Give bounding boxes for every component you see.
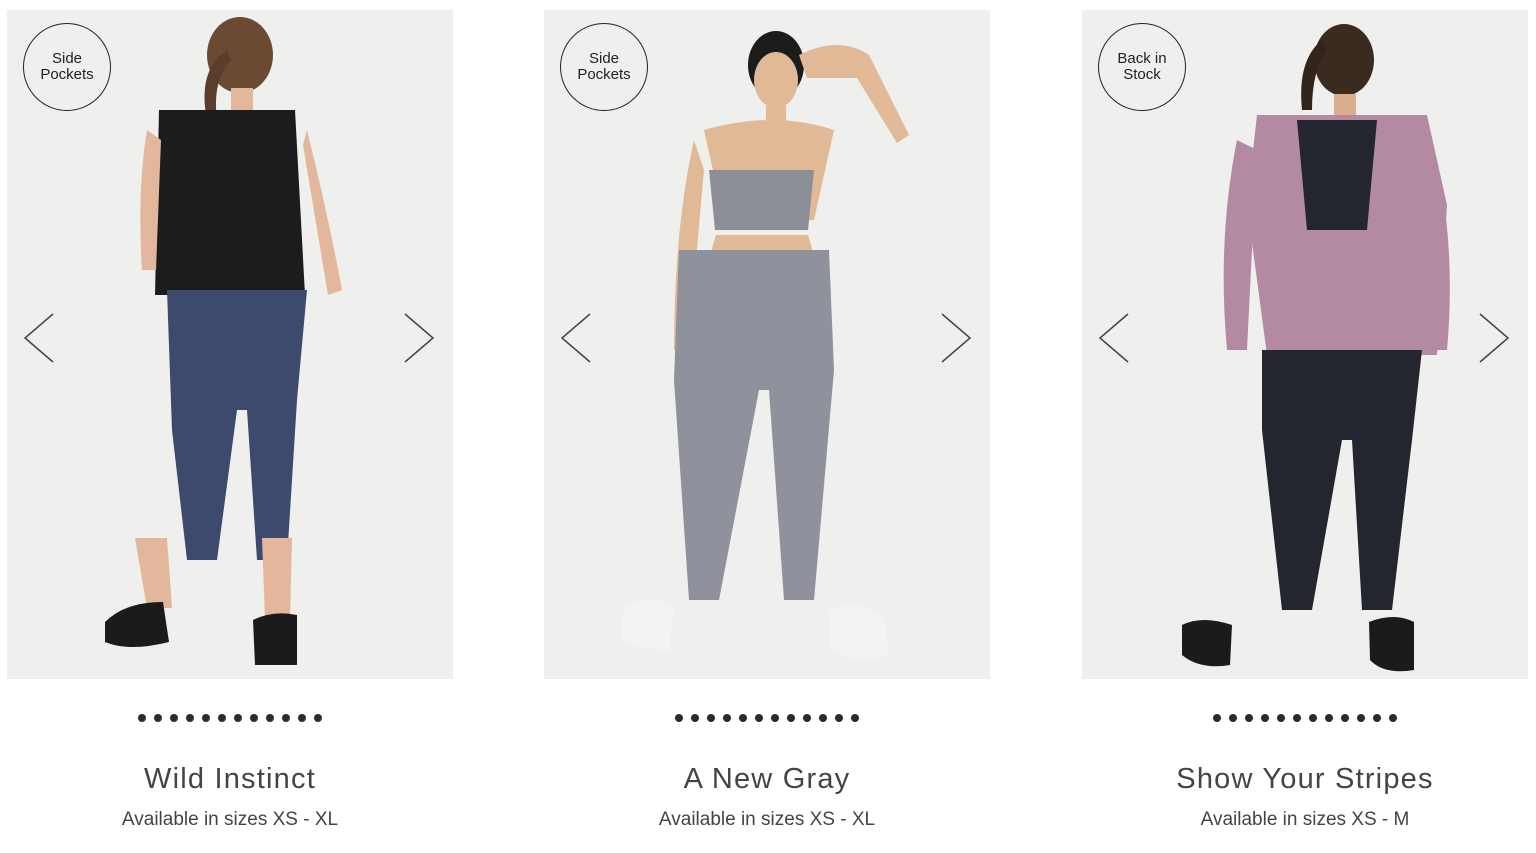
product-title[interactable]: Wild Instinct bbox=[7, 762, 453, 796]
carousel-dot[interactable] bbox=[154, 714, 162, 722]
carousel-dot[interactable] bbox=[1229, 714, 1237, 722]
carousel-dot[interactable] bbox=[266, 714, 274, 722]
carousel-dot[interactable] bbox=[234, 714, 242, 722]
carousel-dot[interactable] bbox=[186, 714, 194, 722]
chevron-right-icon[interactable] bbox=[1472, 310, 1512, 366]
carousel-dot[interactable] bbox=[1389, 714, 1397, 722]
chevron-left-icon[interactable] bbox=[21, 310, 61, 366]
carousel-dot[interactable] bbox=[250, 714, 258, 722]
product-title[interactable]: Show Your Stripes bbox=[1082, 762, 1528, 796]
carousel-dot[interactable] bbox=[1309, 714, 1317, 722]
carousel-dot[interactable] bbox=[819, 714, 827, 722]
carousel-dot[interactable] bbox=[202, 714, 210, 722]
carousel-dot[interactable] bbox=[1245, 714, 1253, 722]
carousel-dot[interactable] bbox=[1293, 714, 1301, 722]
carousel-dot[interactable] bbox=[1261, 714, 1269, 722]
carousel-dot[interactable] bbox=[723, 714, 731, 722]
carousel-dot[interactable] bbox=[739, 714, 747, 722]
carousel-dot[interactable] bbox=[1325, 714, 1333, 722]
carousel-dot[interactable] bbox=[282, 714, 290, 722]
chevron-right-icon[interactable] bbox=[934, 310, 974, 366]
chevron-right-icon[interactable] bbox=[397, 310, 437, 366]
product-image[interactable]: Side Pockets bbox=[544, 10, 990, 679]
carousel-dot[interactable] bbox=[1277, 714, 1285, 722]
size-availability: Available in sizes XS - M bbox=[1200, 809, 1410, 830]
product-card[interactable]: Side Pockets Wild Instinct Available in … bbox=[7, 10, 453, 831]
chevron-left-icon[interactable] bbox=[1096, 310, 1136, 366]
carousel-dot[interactable] bbox=[170, 714, 178, 722]
product-card[interactable]: Side Pockets A New Gray Available in siz… bbox=[544, 10, 990, 831]
feature-badge: Side Pockets bbox=[560, 23, 648, 111]
carousel-dot[interactable] bbox=[691, 714, 699, 722]
carousel-dot[interactable] bbox=[138, 714, 146, 722]
carousel-dot[interactable] bbox=[771, 714, 779, 722]
carousel-dot[interactable] bbox=[755, 714, 763, 722]
carousel-dot[interactable] bbox=[1341, 714, 1349, 722]
product-image[interactable]: Side Pockets bbox=[7, 10, 453, 679]
product-image[interactable]: Back in Stock bbox=[1082, 10, 1528, 679]
carousel-dots bbox=[1082, 714, 1528, 723]
carousel-dot[interactable] bbox=[314, 714, 322, 722]
product-title[interactable]: A New Gray bbox=[544, 762, 990, 796]
carousel-dot[interactable] bbox=[835, 714, 843, 722]
carousel-dot[interactable] bbox=[298, 714, 306, 722]
feature-badge: Side Pockets bbox=[23, 23, 111, 111]
carousel-dot[interactable] bbox=[1357, 714, 1365, 722]
feature-badge: Back in Stock bbox=[1098, 23, 1186, 111]
carousel-dot[interactable] bbox=[218, 714, 226, 722]
carousel-dots bbox=[544, 714, 990, 723]
chevron-left-icon[interactable] bbox=[558, 310, 598, 366]
carousel-dot[interactable] bbox=[1373, 714, 1381, 722]
carousel-dot[interactable] bbox=[1213, 714, 1221, 722]
size-availability: Available in sizes XS - XL bbox=[658, 809, 876, 830]
carousel-dot[interactable] bbox=[803, 714, 811, 722]
size-availability: Available in sizes XS - XL bbox=[121, 809, 339, 830]
carousel-dots bbox=[7, 714, 453, 723]
carousel-dot[interactable] bbox=[851, 714, 859, 722]
carousel-dot[interactable] bbox=[675, 714, 683, 722]
carousel-dot[interactable] bbox=[707, 714, 715, 722]
carousel-dot[interactable] bbox=[787, 714, 795, 722]
product-card[interactable]: Back in Stock Show Your Stripes Availabl… bbox=[1082, 10, 1528, 831]
